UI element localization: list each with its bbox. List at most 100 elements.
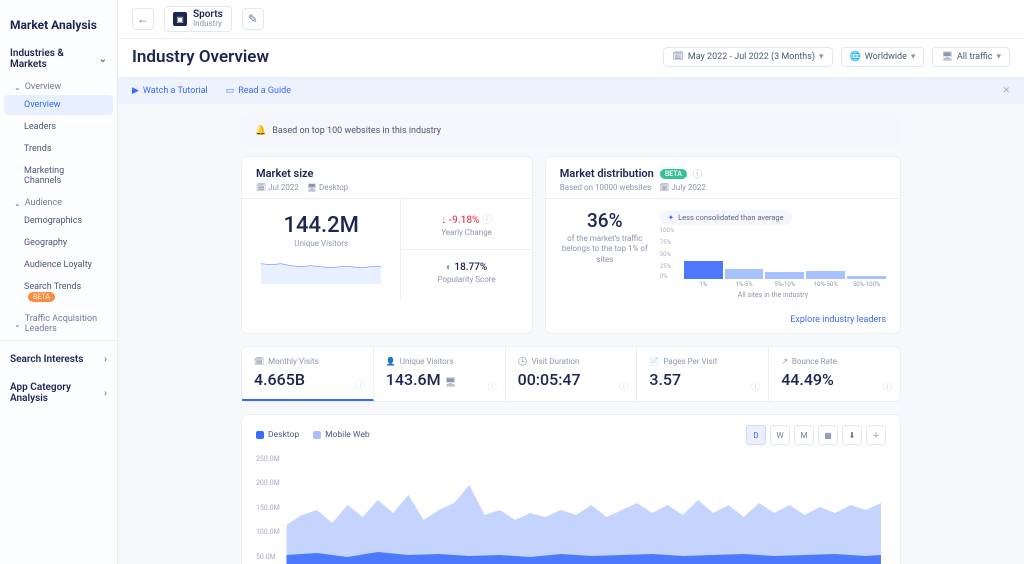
bar-5-10pct	[765, 272, 804, 279]
sidebar-item-app-category[interactable]: App Category Analysis ›	[0, 373, 117, 412]
traffic-filter[interactable]: 🖥 All traffic ▾	[932, 47, 1010, 67]
user-icon: 👤	[386, 357, 396, 366]
calendar-icon: 🗓	[256, 183, 266, 192]
market-size-card: Market size 🗓 Jul 2022 🖥 Desktop 144.2M …	[241, 156, 533, 334]
bounce-icon: ↗	[781, 357, 788, 366]
sidebar-group-traffic-acq[interactable]: ⌄ Traffic Acquisition Leaders	[0, 308, 117, 336]
metrics-strip: 🗓Monthly Visits 4.665B ⓘ 👤Unique Visitor…	[241, 346, 901, 402]
date-range-filter[interactable]: 🗓 May 2022 - Jul 2022 (3 Months) ▾	[663, 47, 832, 67]
sidebar-item-trends[interactable]: Trends	[4, 139, 113, 159]
metric-pages-per-visit[interactable]: 📄Pages Per Visit 3.57 ⓘ	[637, 347, 769, 401]
info-icon: ⓘ	[693, 167, 702, 180]
legend-desktop[interactable]: Desktop	[256, 430, 299, 440]
region-filter[interactable]: 🌐 Worldwide ▾	[841, 47, 925, 67]
chevron-down-icon: ⌄	[14, 83, 21, 92]
chevron-down-icon: ⌄	[99, 54, 107, 65]
distribution-pct-value: 36%	[560, 209, 650, 232]
chart-legend: Desktop Mobile Web	[256, 430, 370, 440]
chevron-down-icon: ⌄	[14, 199, 21, 208]
bar-10-50pct	[806, 271, 845, 280]
sidebar-item-demographics[interactable]: Demographics	[4, 211, 113, 231]
sidebar-item-overview[interactable]: Overview	[4, 95, 113, 115]
explore-leaders-link[interactable]: Explore industry leaders	[790, 315, 886, 325]
info-icon: ⓘ	[619, 380, 628, 393]
beta-badge: BETA	[660, 169, 687, 179]
info-icon: ⓘ	[356, 378, 365, 391]
sidebar-item-search-interests[interactable]: Search Interests ›	[0, 345, 117, 373]
chevron-down-icon: ⌄	[14, 320, 21, 329]
granularity-week-button[interactable]: W	[770, 425, 790, 445]
sidebar-group-audience[interactable]: ⌄ Audience	[0, 192, 117, 210]
play-icon: ▶	[132, 86, 139, 96]
download-button[interactable]: ⬇	[842, 425, 862, 445]
pages-icon: 📄	[649, 357, 659, 366]
device-icon: 🖥	[941, 52, 952, 62]
calendar-icon: 🗓	[659, 183, 669, 192]
distribution-pct-label: of the market's traffic belongs to the t…	[560, 234, 650, 265]
sidebar-item-marketing-channels[interactable]: Marketing Channels	[4, 161, 113, 191]
watch-tutorial-link[interactable]: ▶Watch a Tutorial	[132, 86, 208, 96]
back-button[interactable]: ←	[132, 8, 154, 30]
bar-1-5pct	[725, 269, 764, 279]
legend-mobile-web[interactable]: Mobile Web	[313, 430, 369, 440]
market-size-title: Market size	[256, 167, 518, 180]
market-size-sparkline	[261, 256, 381, 284]
popularity-label: Popularity Score	[411, 275, 521, 284]
close-icon[interactable]: ✕	[1002, 86, 1010, 96]
info-icon: ⓘ	[488, 380, 497, 393]
metric-bounce-rate[interactable]: ↗Bounce Rate 44.49% ⓘ	[769, 347, 900, 401]
bar-50-100pct	[847, 276, 886, 280]
chevron-down-icon: ▾	[996, 52, 1001, 62]
chevron-right-icon: ›	[104, 354, 107, 365]
bar-1pct	[684, 261, 723, 279]
sidebar-item-geography[interactable]: Geography	[4, 233, 113, 253]
page-title: Industry Overview	[132, 47, 269, 67]
chevron-right-icon: ›	[104, 388, 107, 399]
traffic-chart-card: Desktop Mobile Web D W M ▦ ⬇ ＋	[241, 414, 901, 564]
unique-visitors-label: Unique Visitors	[256, 239, 386, 248]
info-icon: ⓘ	[482, 215, 492, 226]
sidebar-item-audience-loyalty[interactable]: Audience Loyalty	[4, 255, 113, 275]
sidebar: Market Analysis Industries & Markets ⌄ ⌄…	[0, 0, 118, 564]
market-distribution-card: Market distribution BETA ⓘ Based on 1000…	[545, 156, 901, 334]
gauge-icon: ◐	[446, 262, 452, 273]
desktop-icon: 🖥	[445, 378, 456, 388]
sidebar-section-industries[interactable]: Industries & Markets ⌄	[0, 44, 117, 76]
metric-unique-visitors[interactable]: 👤Unique Visitors 143.6M 🖥 ⓘ	[374, 347, 506, 401]
titlebar: Industry Overview 🗓 May 2022 - Jul 2022 …	[118, 39, 1024, 78]
book-icon: ▭	[226, 86, 235, 96]
sidebar-group-overview[interactable]: ⌄ Overview	[0, 76, 117, 94]
info-icon: 🔔	[255, 126, 266, 136]
traffic-area-chart: 250.0M 200.0M 150.0M 100.0M 50.0M 0	[256, 455, 886, 564]
calendar-icon: 🗓	[254, 357, 264, 366]
topbar: ← ▣ Sports Industry ✎	[118, 0, 1024, 39]
info-icon: ⓘ	[751, 380, 760, 393]
metric-monthly-visits[interactable]: 🗓Monthly Visits 4.665B ⓘ	[242, 347, 374, 401]
sidebar-item-leaders[interactable]: Leaders	[4, 117, 113, 137]
unique-visitors-value: 144.2M	[256, 213, 386, 238]
industry-sublabel: Industry	[193, 20, 223, 28]
yearly-change-label: Yearly Change	[411, 228, 521, 237]
desktop-icon: 🖥	[307, 183, 317, 192]
table-view-button[interactable]: ▦	[818, 425, 838, 445]
calendar-icon: 🗓	[672, 52, 683, 62]
sidebar-title: Market Analysis	[0, 8, 117, 44]
market-distribution-title: Market distribution	[560, 167, 654, 180]
info-icon: ⓘ	[883, 380, 892, 393]
chevron-down-icon: ▾	[911, 52, 916, 62]
distribution-xlabels: 1% 1%-5% 5%-10% 10%-50% 50%-100%	[660, 281, 886, 288]
chevron-down-icon: ▾	[819, 52, 824, 62]
clock-icon: 🕒	[518, 357, 528, 366]
add-button[interactable]: ＋	[866, 425, 886, 445]
edit-button[interactable]: ✎	[242, 8, 264, 30]
globe-icon: 🌐	[850, 52, 861, 62]
industry-icon: ▣	[173, 12, 187, 26]
granularity-day-button[interactable]: D	[746, 425, 766, 445]
sidebar-item-search-trends[interactable]: Search Trends BETA	[4, 277, 113, 307]
metric-visit-duration[interactable]: 🕒Visit Duration 00:05:47 ⓘ	[506, 347, 638, 401]
beta-badge: BETA	[28, 292, 55, 302]
industry-chip[interactable]: ▣ Sports Industry	[164, 6, 232, 32]
granularity-month-button[interactable]: M	[794, 425, 814, 445]
read-guide-link[interactable]: ▭Read a Guide	[226, 86, 291, 96]
main: ← ▣ Sports Industry ✎ Industry Overview …	[118, 0, 1024, 564]
